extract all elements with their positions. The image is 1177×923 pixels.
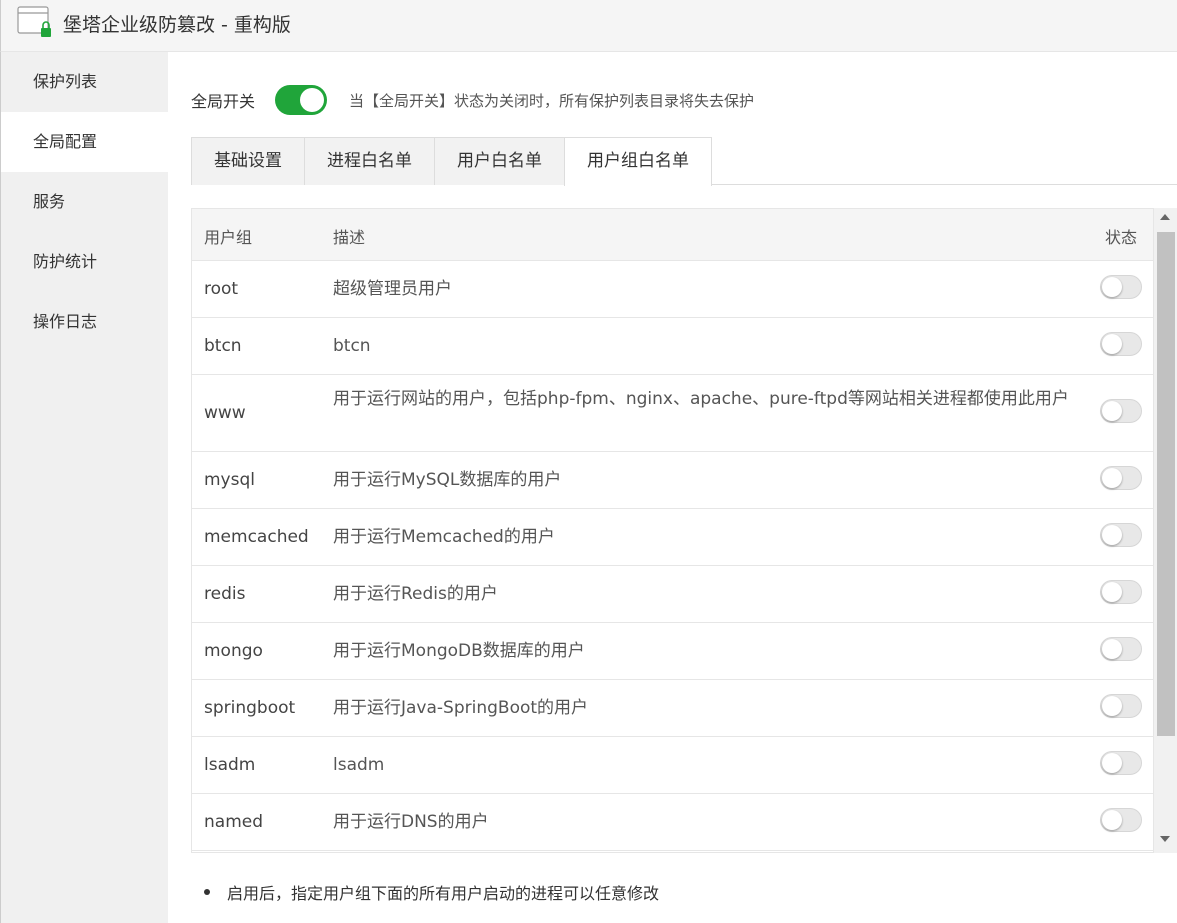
table-row: mongo 用于运行MongoDB数据库的用户 [192, 623, 1153, 680]
app-lock-icon [17, 6, 51, 37]
bullet-icon [204, 889, 210, 895]
header-desc: 描述 [333, 228, 366, 247]
row-group-name: named [204, 811, 264, 832]
row-group-name: lsadm [204, 754, 256, 775]
row-description: 用于运行Java-SpringBoot的用户 [333, 698, 589, 718]
row-group-name: mongo [204, 640, 263, 661]
table-row: lsadm lsadm [192, 737, 1153, 794]
tab-user-whitelist[interactable]: 用户白名单 [434, 137, 565, 185]
sidebar-item-stats[interactable]: 防护统计 [1, 232, 168, 292]
table-row: redis 用于运行Redis的用户 [192, 566, 1153, 623]
toggle-knob [1102, 809, 1122, 830]
row-description: 用于运行Memcached的用户 [333, 527, 555, 547]
row-group-name: redis [204, 583, 246, 604]
usage-note-text: 启用后，指定用户组下面的所有用户启动的进程可以任意修改 [227, 884, 660, 903]
table-row: btcn btcn [192, 318, 1153, 375]
table-scrollbar[interactable] [1154, 208, 1177, 853]
row-status-toggle[interactable] [1100, 274, 1142, 299]
toggle-knob [1102, 400, 1122, 421]
toggle-knob [1102, 524, 1122, 545]
global-switch-row: 全局开关 当【全局开关】状态为关闭时，所有保护列表目录将失去保护 [191, 84, 754, 116]
row-description: 用于运行Redis的用户 [333, 584, 498, 604]
title-bar: 堡塔企业级防篡改 - 重构版 [0, 0, 1177, 52]
table-body: root 超级管理员用户 btcn btcn www 用于运行网站的用户，包括php-fp… [192, 261, 1153, 851]
scroll-thumb[interactable] [1157, 232, 1175, 736]
usage-note: 启用后，指定用户组下面的所有用户启动的进程可以任意修改 [204, 880, 659, 904]
toggle-knob [1102, 333, 1122, 354]
header-group: 用户组 [204, 228, 253, 247]
group-table: 用户组 描述 状态 root 超级管理员用户 btcn btcn www 用于运行网站的用… [191, 208, 1154, 853]
scroll-down-arrow-icon[interactable] [1160, 836, 1170, 842]
toggle-knob [1102, 467, 1122, 488]
header-status: 状态 [1105, 228, 1138, 247]
table-header: 用户组 描述 状态 [192, 209, 1153, 261]
scroll-up-arrow-icon[interactable] [1160, 214, 1170, 220]
row-status-toggle[interactable] [1100, 693, 1142, 718]
row-status-toggle[interactable] [1100, 750, 1142, 775]
row-group-name: www [204, 402, 246, 423]
toggle-knob [1102, 638, 1122, 659]
row-status-toggle[interactable] [1100, 807, 1142, 832]
row-status-toggle[interactable] [1100, 465, 1142, 490]
row-group-name: memcached [204, 526, 309, 547]
row-description: 用于运行DNS的用户 [333, 812, 489, 832]
row-group-name: btcn [204, 335, 242, 356]
table-row: mysql 用于运行MySQL数据库的用户 [192, 452, 1153, 509]
row-description: 用于运行MySQL数据库的用户 [333, 470, 562, 490]
row-status-toggle[interactable] [1100, 331, 1142, 356]
row-group-name: mysql [204, 469, 255, 490]
sidebar-item-op-log[interactable]: 操作日志 [1, 292, 168, 352]
table-row: root 超级管理员用户 [192, 261, 1153, 318]
row-status-toggle[interactable] [1100, 522, 1142, 547]
global-switch-toggle[interactable] [275, 85, 328, 115]
window-title: 堡塔企业级防篡改 - 重构版 [63, 14, 291, 36]
tab-process-whitelist[interactable]: 进程白名单 [304, 137, 435, 185]
row-status-toggle[interactable] [1100, 398, 1142, 423]
config-tabs: 基础设置 进程白名单 用户白名单 用户组白名单 [191, 137, 1177, 186]
toggle-knob [300, 88, 325, 112]
sidebar-item-protect-list[interactable]: 保护列表 [1, 52, 168, 112]
toggle-knob [1102, 752, 1122, 773]
global-switch-label: 全局开关 [191, 92, 256, 111]
row-group-name: root [204, 278, 239, 299]
row-description: 用于运行网站的用户，包括php-fpm、nginx、apache、pure-ft… [333, 389, 1069, 409]
global-switch-tip: 当【全局开关】状态为关闭时，所有保护列表目录将失去保护 [349, 91, 755, 110]
row-description: 超级管理员用户 [333, 279, 452, 299]
table-row: memcached 用于运行Memcached的用户 [192, 509, 1153, 566]
main-panel: 全局开关 当【全局开关】状态为关闭时，所有保护列表目录将失去保护 基础设置 进程… [168, 52, 1177, 923]
sidebar: 保护列表 全局配置 服务 防护统计 操作日志 [0, 52, 168, 923]
toggle-knob [1102, 581, 1122, 602]
table-row: named 用于运行DNS的用户 [192, 794, 1153, 851]
row-status-toggle[interactable] [1100, 636, 1142, 661]
row-group-name: springboot [204, 697, 296, 718]
row-status-toggle[interactable] [1100, 579, 1142, 604]
toggle-knob [1102, 276, 1122, 297]
table-row: springboot 用于运行Java-SpringBoot的用户 [192, 680, 1153, 737]
tab-basic-settings[interactable]: 基础设置 [191, 137, 305, 185]
sidebar-item-service[interactable]: 服务 [1, 172, 168, 232]
sidebar-item-global-config[interactable]: 全局配置 [1, 112, 168, 172]
table-row: www 用于运行网站的用户，包括php-fpm、nginx、apache、pure… [192, 375, 1153, 452]
toggle-knob [1102, 695, 1122, 716]
row-description: btcn [333, 336, 371, 356]
tab-group-whitelist[interactable]: 用户组白名单 [564, 137, 712, 186]
row-description: lsadm [333, 755, 385, 775]
row-description: 用于运行MongoDB数据库的用户 [333, 641, 585, 661]
